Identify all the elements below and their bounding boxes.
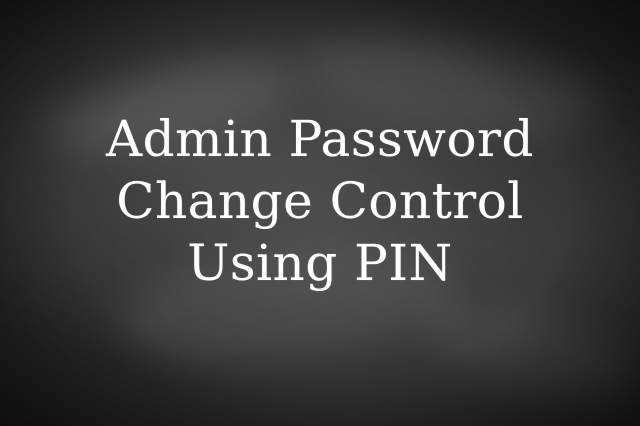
chalk-smudge xyxy=(413,282,640,418)
headline-line-2: Change Control xyxy=(116,172,524,230)
headline: Admin Password Change Control Using PIN xyxy=(0,108,640,294)
headline-line-3: Using PIN xyxy=(187,234,453,292)
chalkboard-background: Admin Password Change Control Using PIN xyxy=(0,0,640,426)
headline-line-1: Admin Password xyxy=(106,110,534,168)
